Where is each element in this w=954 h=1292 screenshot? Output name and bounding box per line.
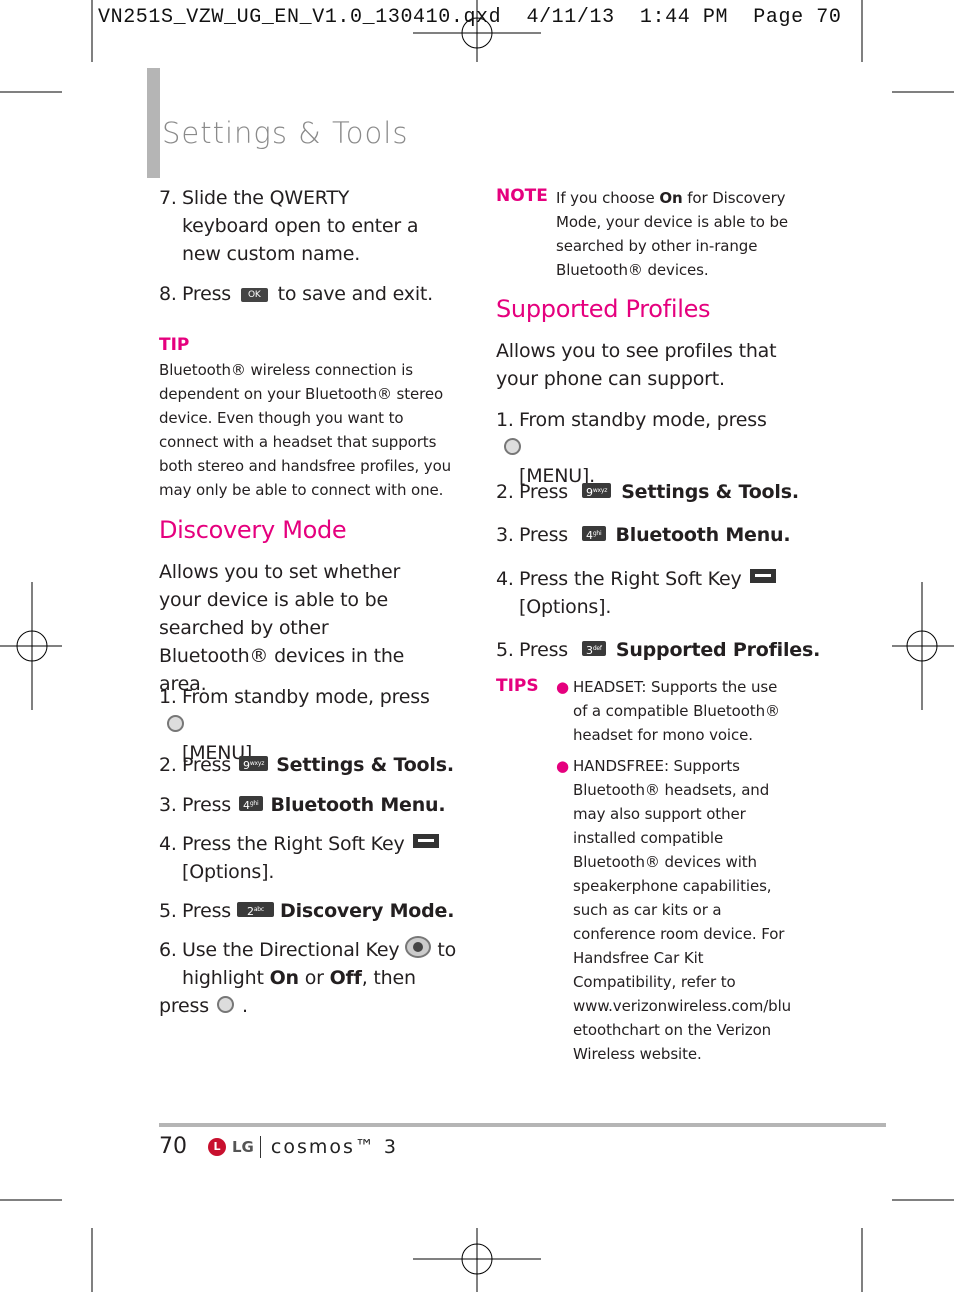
tip-text: Bluetooth® wireless connection is depend… [159,361,452,499]
product-name: cosmos™ 3 [259,1136,398,1158]
brand-logo: L LG cosmos™ 3 [208,1136,398,1158]
discovery-mode-description: Allows you to set whether your device is… [159,561,405,695]
bullet-icon: ● [556,678,569,696]
key-2-icon: 2abc [237,902,275,918]
note-text: If you choose On for Discovery Mode, you… [556,189,789,279]
profiles-step-5: 5. Press 3def Supported Profiles. [496,639,821,661]
key-9-icon: 9wxyz [239,756,269,772]
ok-button-icon [504,438,521,455]
key-3-icon: 3def [582,641,606,657]
profiles-step-3: 3. Press 4ghi Bluetooth Menu. [496,524,791,546]
discovery-mode-heading: Discovery Mode [159,516,347,544]
page-title: Settings & Tools [162,116,409,150]
note-label: NOTE [496,186,548,206]
discovery-step-6: 6. Use the Directional Key to highlight On… [159,936,459,1020]
supported-profiles-heading: Supported Profiles [496,295,711,323]
footer-rule [159,1123,886,1127]
key-4-icon: 4ghi [239,796,263,812]
key-4-icon: 4ghi [582,526,606,542]
ok-button-icon [167,715,184,732]
title-bar [147,68,160,178]
profiles-step-4: 4. Press the Right Soft Key [Options]. [496,565,796,621]
tip-label: TIP [159,335,190,355]
bullet-icon: ● [556,757,569,775]
supported-profiles-description: Allows you to see profiles that your pho… [496,340,777,390]
discovery-step-3: 3. Press 4ghi Bluetooth Menu. [159,794,446,816]
key-9-icon: 9wxyz [582,483,612,499]
right-soft-key-icon [749,569,776,583]
lg-logo-icon: L [208,1138,226,1156]
step-7: 7. Slide the QWERTY keyboard open to ent… [159,187,419,265]
right-soft-key-icon [412,834,439,848]
print-header: VN251S_VZW_UG_EN_V1.0_130410.qxd 4/11/13… [98,6,842,29]
step-8: 8. Press OK to save and exit. [159,283,433,305]
page-number: 70 [159,1134,187,1159]
discovery-step-4: 4. Press the Right Soft Key [Options]. [159,830,449,886]
ok-button-icon [216,996,234,1013]
tips-label: TIPS [496,676,539,696]
tip-item-headset: ● HEADSET: Supports the use of a compatib… [556,675,796,747]
ok-key-icon: OK [241,288,268,302]
discovery-step-2: 2. Press 9wxyz Settings & Tools. [159,754,454,776]
discovery-step-5: 5. Press 2abc Discovery Mode. [159,900,455,922]
profiles-step-2: 2. Press 9wxyz Settings & Tools. [496,481,799,503]
directional-key-icon [405,936,432,958]
tip-item-handsfree: ● HANDSFREE: Supports Bluetooth® headsets… [556,754,796,1066]
